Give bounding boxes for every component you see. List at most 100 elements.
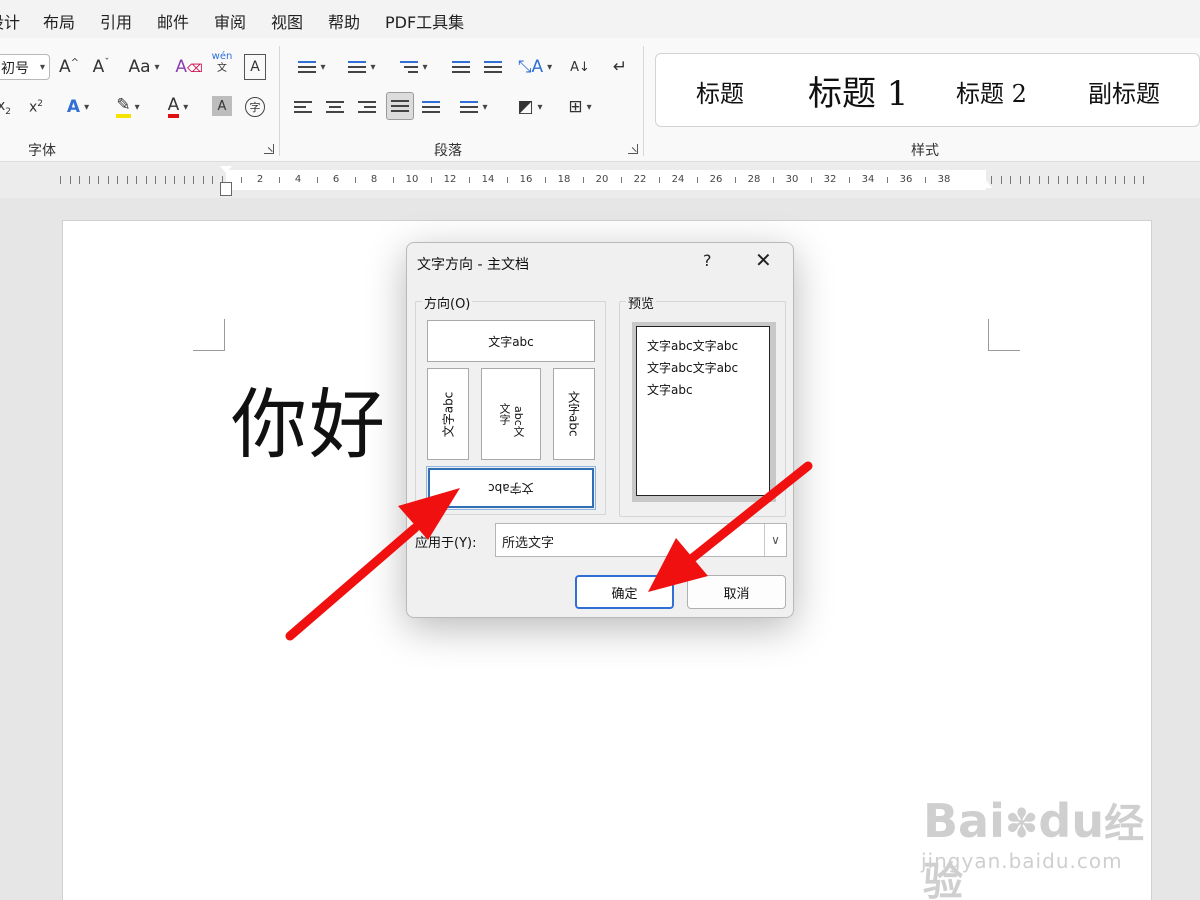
bullets-button[interactable]: ▾ xyxy=(292,54,332,80)
show-marks-button[interactable]: ↵ xyxy=(608,54,632,80)
increase-indent-icon xyxy=(484,58,502,76)
document-text[interactable]: 你好 xyxy=(231,363,387,473)
char-shading-icon: A xyxy=(217,98,227,114)
style-heading-2[interactable]: 标题 2 xyxy=(956,74,1027,109)
ruler-tick xyxy=(126,176,128,184)
crop-mark-top-right xyxy=(988,319,1020,351)
preview-group: 预览 文字abc文字abc 文字abc文字abc 文字abc xyxy=(619,293,786,517)
shading-button[interactable]: ◩ ▾ xyxy=(510,94,550,120)
change-case-button[interactable]: Aa ▾ xyxy=(124,54,164,80)
option-vertical-rotate-left[interactable]: 文字abc xyxy=(427,368,469,460)
decrease-indent-button[interactable] xyxy=(450,54,472,80)
text-effects-button[interactable]: A ▾ xyxy=(58,94,98,120)
clear-format-button[interactable]: A⌫ xyxy=(175,54,202,80)
text-direction-button[interactable]: ⤡A ▾ xyxy=(514,54,556,80)
option-vertical-rotate-right[interactable]: 文字abc xyxy=(553,368,595,460)
subscript-button[interactable]: x2 xyxy=(0,94,14,120)
style-title[interactable]: 标题 xyxy=(696,74,744,109)
font-dialog-launcher-icon[interactable] xyxy=(264,144,274,154)
align-left-button[interactable] xyxy=(292,94,314,120)
option-vertical-rotate-left-label: 文字abc xyxy=(441,391,456,437)
increase-indent-button[interactable] xyxy=(482,54,504,80)
paragraph-mark-icon: ↵ xyxy=(612,57,628,77)
dialog-title: 文字方向 - 主文档 xyxy=(417,257,529,273)
chevron-down-icon[interactable]: ∨ xyxy=(764,524,786,556)
apply-to-select[interactable]: 所选文字 ∨ xyxy=(495,523,787,557)
menu-view[interactable]: 视图 xyxy=(271,9,303,33)
option-horizontal-mirrored[interactable]: 文字abc xyxy=(426,466,596,510)
ruler-tick xyxy=(107,176,109,184)
chevron-down-icon: ▾ xyxy=(320,61,326,73)
style-heading-1[interactable]: 标题 1 xyxy=(808,66,908,115)
highlight-button[interactable]: ✎ ▾ xyxy=(108,94,148,120)
ruler-number: 34 xyxy=(861,174,875,185)
distributed-button[interactable] xyxy=(420,94,442,120)
option-horizontal[interactable]: 文字abc xyxy=(427,320,595,362)
preview-page: 文字abc文字abc 文字abc文字abc 文字abc xyxy=(636,326,770,496)
menu-references[interactable]: 引用 xyxy=(100,9,132,33)
font-size-value: 初号 xyxy=(1,61,29,77)
style-subtitle[interactable]: 副标题 xyxy=(1088,74,1160,109)
paragraph-dialog-launcher-icon[interactable] xyxy=(628,144,638,154)
multilevel-list-button[interactable]: ▾ xyxy=(394,54,434,80)
font-size-combobox[interactable]: 初号 ▾ xyxy=(0,54,50,80)
apply-to-label: 应用于(Y): xyxy=(415,536,477,551)
left-indent-marker[interactable] xyxy=(220,182,232,196)
sort-icon: A↓ xyxy=(570,59,590,75)
option-vertical-stacked[interactable]: 文字 abc文 xyxy=(481,368,541,460)
ruler-tick xyxy=(145,176,147,184)
first-line-indent-marker[interactable] xyxy=(220,166,232,173)
font-group-label: 字体 xyxy=(28,143,56,159)
close-button[interactable]: ✕ xyxy=(755,248,772,272)
shrink-font-button[interactable]: Aˇ xyxy=(90,54,112,80)
menu-design[interactable]: 设计 xyxy=(0,9,20,37)
phonetic-guide-button[interactable]: wén 文 xyxy=(210,50,234,76)
justify-button[interactable] xyxy=(386,92,414,120)
preview-line: 文字abc xyxy=(647,383,693,397)
grow-font-button[interactable]: A^ xyxy=(58,54,80,80)
ruler-number: 24 xyxy=(671,174,685,185)
menu-review[interactable]: 审阅 xyxy=(214,9,246,33)
menu-pdf-tools[interactable]: PDF工具集 xyxy=(385,9,464,33)
ruler-tick xyxy=(317,177,318,183)
superscript-button[interactable]: x2 xyxy=(26,94,46,120)
chevron-down-icon: ▾ xyxy=(154,61,160,73)
chevron-down-icon: ▾ xyxy=(537,101,543,113)
ruler-tick xyxy=(155,176,156,184)
menu-help[interactable]: 帮助 xyxy=(328,9,360,33)
ruler-tick xyxy=(1057,176,1059,184)
font-color-button[interactable]: A ▾ xyxy=(158,94,198,120)
align-right-button[interactable] xyxy=(356,94,378,120)
numbering-button[interactable]: ▾ xyxy=(342,54,382,80)
cancel-button[interactable]: 取消 xyxy=(687,575,786,609)
ok-button[interactable]: 确定 xyxy=(575,575,674,609)
right-indent-marker[interactable] xyxy=(980,180,992,188)
help-button[interactable]: ? xyxy=(703,251,712,270)
ruler-tick xyxy=(98,176,99,184)
styles-group-label: 样式 xyxy=(911,143,939,159)
enclose-char-button[interactable]: 字 xyxy=(244,94,266,120)
char-border-icon: A xyxy=(250,59,260,75)
line-spacing-button[interactable]: ▾ xyxy=(454,94,494,120)
watermark-logo: Bai✽du经验 xyxy=(923,791,1151,900)
ruler-tick xyxy=(811,177,812,183)
ruler-number: 14 xyxy=(481,174,495,185)
chevron-down-icon: ▾ xyxy=(183,101,189,113)
char-border-button[interactable]: A xyxy=(244,54,266,80)
menu-mailings[interactable]: 邮件 xyxy=(157,9,189,33)
borders-button[interactable]: ⊞ ▾ xyxy=(560,94,600,120)
menu-layout[interactable]: 布局 xyxy=(43,9,75,33)
horizontal-ruler[interactable]: 2 4 6 8 10 12 14 16 18 20 22 24 26 28 30 32 34 36 38 xyxy=(0,162,1200,198)
ruler-tick xyxy=(1133,176,1135,184)
crop-mark-top-left xyxy=(193,319,225,351)
direction-group: 方向(O) 文字abc 文字abc 文字 abc文 文字abc 文字abc xyxy=(415,293,606,515)
align-center-button[interactable] xyxy=(324,94,346,120)
ruler-number: 20 xyxy=(595,174,609,185)
sort-button[interactable]: A↓ xyxy=(568,54,592,80)
ruler-tick xyxy=(1076,176,1078,184)
ruler-number: 26 xyxy=(709,174,723,185)
preview-frame: 文字abc文字abc 文字abc文字abc 文字abc xyxy=(632,322,776,502)
chevron-down-icon: ▾ xyxy=(39,62,45,73)
char-shading-button[interactable]: A xyxy=(212,96,232,116)
ruler-tick xyxy=(1095,176,1097,184)
